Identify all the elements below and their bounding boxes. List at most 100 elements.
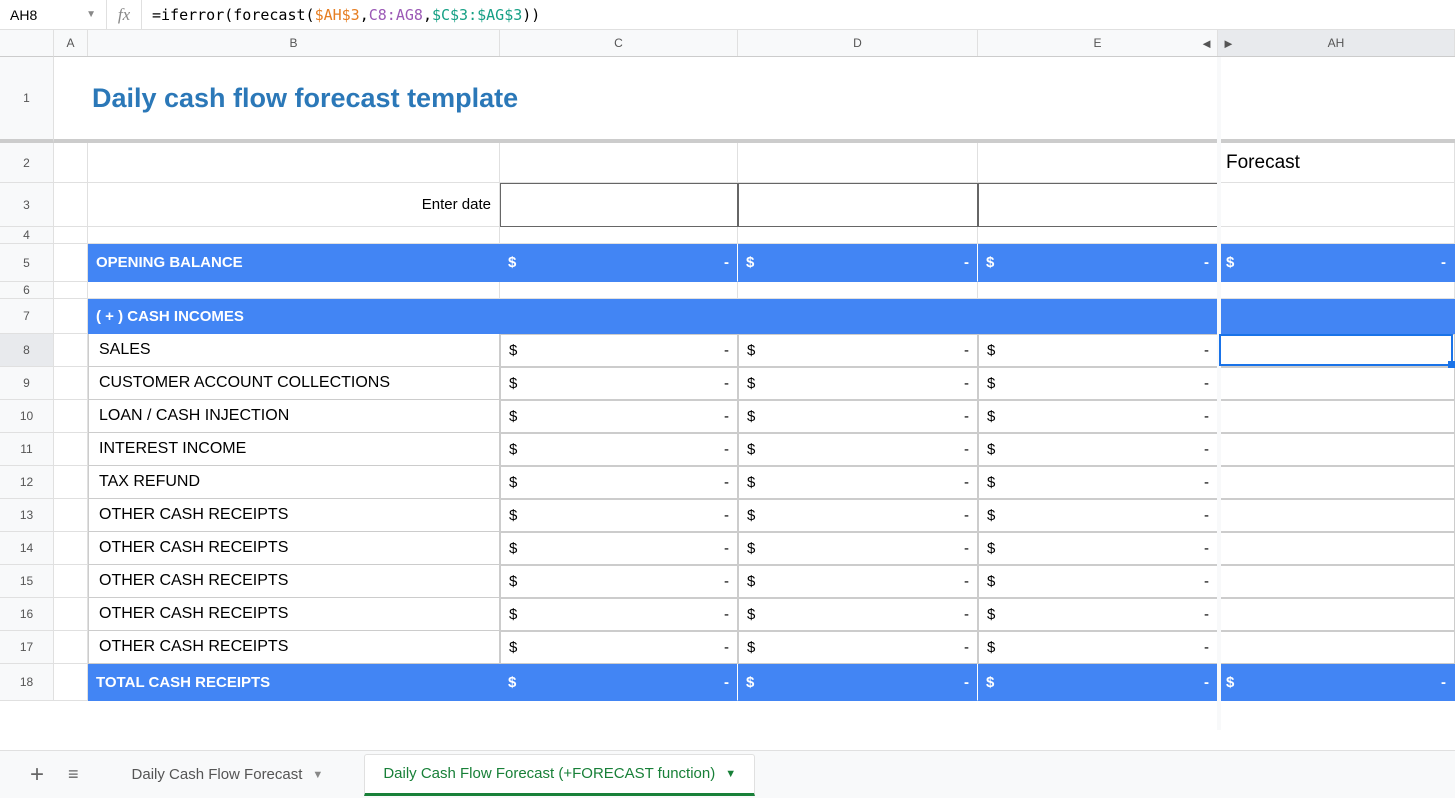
row-header-8[interactable]: 8 [0,334,54,367]
chevron-down-icon[interactable]: ▼ [312,769,323,781]
date-input-AH[interactable] [1218,183,1455,227]
date-input-E[interactable] [978,183,1218,227]
cell-A17[interactable] [54,631,88,664]
col-header-B[interactable]: B [88,30,500,56]
cell-AH4[interactable] [1218,227,1455,244]
sheet-tab-1[interactable]: Daily Cash Flow Forecast ▼ [113,754,343,796]
cell-B6[interactable] [88,282,500,299]
cell-D4[interactable] [738,227,978,244]
forecast-label[interactable]: Forecast [1218,143,1455,183]
income-D-row10[interactable]: $- [738,400,978,433]
income-E-row16[interactable]: $- [978,598,1218,631]
income-label-row9[interactable]: CUSTOMER ACCOUNT COLLECTIONS [88,367,500,400]
cell-E2[interactable] [978,143,1218,183]
cell-E6[interactable] [978,282,1218,299]
col-header-D[interactable]: D [738,30,978,56]
income-D-row16[interactable]: $- [738,598,978,631]
opening-balance-label[interactable]: OPENING BALANCE [88,244,500,282]
cell-A16[interactable] [54,598,88,631]
income-E-row11[interactable]: $- [978,433,1218,466]
row-header-7[interactable]: 7 [0,299,54,334]
cell-A15[interactable] [54,565,88,598]
col-header-C[interactable]: C [500,30,738,56]
income-E-row8[interactable]: $- [978,334,1218,367]
cell-A18[interactable] [54,664,88,701]
open-balance-D[interactable]: $- [738,244,978,282]
income-E-row12[interactable]: $- [978,466,1218,499]
income-AH-row14[interactable] [1218,532,1455,565]
income-label-row10[interactable]: LOAN / CASH INJECTION [88,400,500,433]
cells-area[interactable]: Daily cash flow forecast template Foreca… [54,57,1455,730]
cell-A14[interactable] [54,532,88,565]
open-balance-E[interactable]: $- [978,244,1218,282]
row-header-18[interactable]: 18 [0,664,54,701]
cell-A3[interactable] [54,183,88,227]
income-AH-row9[interactable] [1218,367,1455,400]
row-header-3[interactable]: 3 [0,183,54,227]
scroll-left-icon[interactable]: ◄ [1200,36,1213,51]
income-D-row11[interactable]: $- [738,433,978,466]
income-D-row14[interactable]: $- [738,532,978,565]
row-header-1[interactable]: 1 [0,57,54,143]
income-AH-row12[interactable] [1218,466,1455,499]
cell-C6[interactable] [500,282,738,299]
cell-A12[interactable] [54,466,88,499]
cell-B4[interactable] [88,227,500,244]
total-AH[interactable]: $- [1218,664,1455,701]
income-label-row13[interactable]: OTHER CASH RECEIPTS [88,499,500,532]
total-E[interactable]: $- [978,664,1218,701]
row-header-10[interactable]: 10 [0,400,54,433]
income-C-row15[interactable]: $- [500,565,738,598]
cell-A5[interactable] [54,244,88,282]
income-C-row16[interactable]: $- [500,598,738,631]
formula-input[interactable]: =iferror(forecast( $AH$3 , C8:AG8 , $C$3… [142,6,1455,24]
row-header-16[interactable]: 16 [0,598,54,631]
income-E-row13[interactable]: $- [978,499,1218,532]
cell-C2[interactable] [500,143,738,183]
income-D-row15[interactable]: $- [738,565,978,598]
income-E-row17[interactable]: $- [978,631,1218,664]
income-AH-row15[interactable] [1218,565,1455,598]
total-C[interactable]: $- [500,664,738,701]
cell-A8[interactable] [54,334,88,367]
cell-E4[interactable] [978,227,1218,244]
total-D[interactable]: $- [738,664,978,701]
row-header-12[interactable]: 12 [0,466,54,499]
income-label-row11[interactable]: INTEREST INCOME [88,433,500,466]
income-label-row16[interactable]: OTHER CASH RECEIPTS [88,598,500,631]
date-input-C[interactable] [500,183,738,227]
income-C-row10[interactable]: $- [500,400,738,433]
cell-C4[interactable] [500,227,738,244]
name-box[interactable]: AH8 ▼ [0,0,107,29]
income-E-row10[interactable]: $- [978,400,1218,433]
name-box-dropdown-icon[interactable]: ▼ [86,9,96,20]
cell-A10[interactable] [54,400,88,433]
income-C-row11[interactable]: $- [500,433,738,466]
col-header-AH[interactable]: ► AH [1218,30,1455,56]
row-header-5[interactable]: 5 [0,244,54,282]
scroll-right-icon[interactable]: ► [1222,36,1235,51]
income-label-row12[interactable]: TAX REFUND [88,466,500,499]
col-header-E[interactable]: E ◄ [978,30,1218,56]
page-title[interactable]: Daily cash flow forecast template [88,57,1455,139]
cell-A13[interactable] [54,499,88,532]
sheet-tab-2[interactable]: Daily Cash Flow Forecast (+FORECAST func… [364,754,755,796]
income-C-row12[interactable]: $- [500,466,738,499]
cell-A11[interactable] [54,433,88,466]
income-E-row15[interactable]: $- [978,565,1218,598]
cell-D2[interactable] [738,143,978,183]
income-C-row13[interactable]: $- [500,499,738,532]
row-header-2[interactable]: 2 [0,143,54,183]
income-C-row8[interactable]: $- [500,334,738,367]
income-D-row9[interactable]: $- [738,367,978,400]
income-C-row17[interactable]: $- [500,631,738,664]
add-sheet-button[interactable]: + [18,761,56,789]
income-C-row14[interactable]: $- [500,532,738,565]
row-header-15[interactable]: 15 [0,565,54,598]
chevron-down-icon[interactable]: ▼ [725,768,736,780]
income-E-row14[interactable]: $- [978,532,1218,565]
income-E-row9[interactable]: $- [978,367,1218,400]
income-D-row8[interactable]: $- [738,334,978,367]
row-header-13[interactable]: 13 [0,499,54,532]
income-D-row13[interactable]: $- [738,499,978,532]
